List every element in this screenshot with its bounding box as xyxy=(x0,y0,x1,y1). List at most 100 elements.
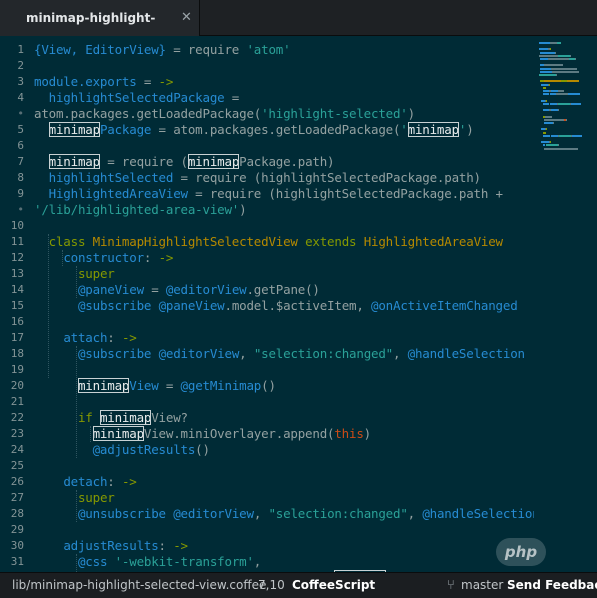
code-line[interactable]: @subscribe @paneView.model.$activeItem, … xyxy=(34,298,518,314)
code-token: , xyxy=(393,346,408,361)
status-cursor-position[interactable]: 7,10 xyxy=(258,573,285,598)
code-line[interactable]: constructor: -> xyxy=(34,250,173,266)
minimap-line xyxy=(543,144,545,147)
indent-guide xyxy=(76,490,77,522)
line-number: 21 xyxy=(10,395,24,408)
code-line[interactable]: super xyxy=(34,266,115,282)
minimap-line xyxy=(557,42,561,44)
code-line[interactable]: @unsubscribe @editorView, "selection:cha… xyxy=(34,506,534,522)
code-token: ) xyxy=(239,202,247,217)
minimap-line xyxy=(544,147,564,150)
status-git-branch[interactable]: master xyxy=(461,573,503,598)
code-line[interactable]: minimapView.miniOverlayer.append(this) xyxy=(34,426,371,442)
send-feedback-button[interactable]: Send Feedback xyxy=(507,573,597,598)
code-line[interactable]: super xyxy=(34,490,115,506)
line-number: 12 xyxy=(10,251,24,264)
code-line[interactable]: detach: -> xyxy=(34,474,137,490)
code-editor[interactable]: 1 2 3 4 • 5 6 7 8 9 • 10 11 12 13 14 15 16 17 18 19 20 21 22 23 2… xyxy=(0,36,597,572)
git-branch-icon: ⑂ xyxy=(447,578,455,593)
minimap-line xyxy=(543,86,546,89)
code-token: @handleSelection xyxy=(407,346,525,361)
minimap-line xyxy=(549,115,552,118)
line-number: • xyxy=(17,203,24,216)
code-token: .model.$activeItem, xyxy=(224,298,372,313)
code-line[interactable]: @subscribe @editorView, "selection:chang… xyxy=(34,346,525,362)
code-token: MinimapHighlightSelectedView xyxy=(92,234,298,249)
minimap[interactable] xyxy=(537,36,597,166)
code-line[interactable]: @css '-webkit-transform', xyxy=(34,554,261,570)
code-token: : xyxy=(158,538,174,553)
code-line[interactable]: attach: -> xyxy=(34,330,136,346)
code-line[interactable]: highlightSelectedPackage = xyxy=(34,90,240,106)
code-token: ' xyxy=(400,122,408,137)
code-line[interactable]: '/lib/highlighted-area-view') xyxy=(34,202,247,218)
code-token: @css xyxy=(77,554,108,569)
line-number: 27 xyxy=(10,491,24,504)
line-number: 15 xyxy=(10,299,24,312)
code-token: extends xyxy=(297,234,364,249)
code-token: -> xyxy=(158,74,174,89)
minimap-line xyxy=(544,122,553,124)
minimap-line xyxy=(572,134,582,137)
editor-tab[interactable]: minimap-highlight-select… ✕ xyxy=(0,0,200,61)
code-token: class xyxy=(48,234,93,249)
code-token: highlightSelected xyxy=(48,170,174,185)
code-token: () xyxy=(261,378,276,393)
code-lines[interactable]: {View, EditorView} = require 'atom' modul… xyxy=(34,36,534,572)
code-token: = require (highlightSelectedPackage.path… xyxy=(173,170,482,185)
line-number: 10 xyxy=(10,219,24,232)
close-icon[interactable]: ✕ xyxy=(181,0,192,36)
code-line[interactable]: {View, EditorView} = require 'atom' xyxy=(34,42,291,58)
watermark-logo: php xyxy=(496,538,546,566)
code-token: @unsubscribe xyxy=(77,506,166,521)
code-token: , xyxy=(253,506,269,521)
code-line[interactable]: minimapView = @getMinimap() xyxy=(34,378,276,394)
minimap-line xyxy=(570,54,571,57)
code-line[interactable]: module.exports = -> xyxy=(34,74,173,90)
minimap-line xyxy=(540,70,552,73)
status-bar: lib/minimap-highlight-selected-view.coff… xyxy=(0,572,597,598)
line-number: 6 xyxy=(17,139,24,152)
minimap-line xyxy=(558,54,570,57)
minimap-line xyxy=(550,42,557,44)
status-grammar[interactable]: CoffeeScript xyxy=(292,573,375,598)
minimap-line xyxy=(556,93,568,96)
minimap-line xyxy=(551,109,558,112)
code-line[interactable]: minimapPackage = atom.packages.getLoaded… xyxy=(34,122,474,138)
minimap-line xyxy=(556,74,557,76)
code-line[interactable]: minimap = require (minimapPackage.path) xyxy=(34,154,335,170)
minimap-line xyxy=(539,54,558,57)
status-file-path[interactable]: lib/minimap-highlight-selected-view.coff… xyxy=(12,573,266,598)
code-line[interactable]: @adjustResults() xyxy=(34,442,210,458)
code-token: : xyxy=(107,474,122,489)
code-line[interactable]: atom.packages.getLoadedPackage('highligh… xyxy=(34,106,415,122)
code-token: this xyxy=(334,426,364,441)
code-line[interactable]: class MinimapHighlightSelectedView exten… xyxy=(34,234,503,250)
code-token: attach xyxy=(63,330,108,345)
minimap-line xyxy=(539,74,556,76)
line-number: 2 xyxy=(17,59,24,72)
code-line[interactable]: highlightSelected = require (highlightSe… xyxy=(34,170,481,186)
code-line[interactable]: HighlightedAreaView = require (highlight… xyxy=(34,186,503,202)
line-number: 7 xyxy=(17,155,24,168)
line-number: 18 xyxy=(10,347,24,360)
code-token: = atom.packages.getLoadedPackage( xyxy=(151,122,401,137)
code-token: ) xyxy=(466,122,474,137)
line-number: 13 xyxy=(10,267,24,280)
code-line[interactable]: adjustResults: -> xyxy=(34,538,188,554)
code-token: , xyxy=(407,506,423,521)
code-token: -> xyxy=(121,474,137,489)
code-line[interactable]: if minimapView? xyxy=(34,410,188,426)
code-token: '-webkit-transform' xyxy=(114,554,254,569)
minimap-line xyxy=(571,102,581,105)
code-token: atom.packages.getLoadedPackage( xyxy=(34,106,262,121)
